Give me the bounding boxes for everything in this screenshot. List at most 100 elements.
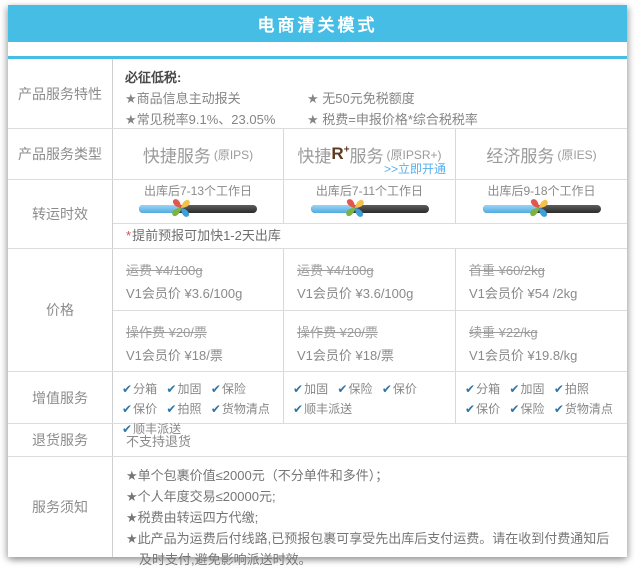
- vas-item: ✔顺丰派送: [293, 399, 352, 419]
- price-cell: 操作费 ¥20/票 V1会员价 ¥18/票: [113, 311, 283, 371]
- row-features: 产品服务特性 必征低税: ★商品信息主动报关 ★常见税率9.1%、23.05% …: [8, 59, 627, 129]
- vas-item: ✔加固: [166, 379, 201, 399]
- pinwheel-icon: [169, 196, 193, 220]
- service-type-ies: 经济服务 (原IES): [455, 129, 627, 179]
- note-item: ★个人年度交易≤20000元;: [126, 486, 613, 507]
- service-name: 服务: [350, 142, 384, 167]
- r-plus-badge: R+: [331, 144, 349, 164]
- slider-track: [139, 205, 257, 213]
- price-original: 续重 ¥22/kg: [469, 321, 627, 344]
- price-cell: 运费 ¥4/100g V1会员价 ¥3.6/100g: [283, 249, 455, 310]
- transit-cell-ips: 出库后7-13个工作日: [113, 180, 283, 223]
- service-name: 快捷: [297, 142, 331, 167]
- service-type-ipsr: 快捷 R+ 服务 (原IPSR+) >>立即开通: [283, 129, 455, 179]
- vas-item: ✔保险: [211, 379, 246, 399]
- note-item: ★此产品为运费后付线路,已预报包裹可享受先出库后支付运费。请在收到付费通知后及时…: [126, 528, 613, 570]
- vas-item: ✔分箱: [122, 379, 157, 399]
- check-icon: ✔: [382, 382, 392, 396]
- check-icon: ✔: [465, 382, 475, 396]
- transit-cell-ies: 出库后9-18个工作日: [455, 180, 627, 223]
- row-label-vas: 增值服务: [8, 372, 113, 423]
- check-icon: ✔: [293, 402, 303, 416]
- vas-cell-ies: ✔分箱 ✔加固 ✔拍照 ✔保价 ✔保险 ✔货物清点: [455, 372, 627, 423]
- row-transit-time: 转运时效 出库后7-13个工作日: [8, 180, 627, 249]
- transit-caption: 出库后7-13个工作日: [144, 184, 252, 198]
- feature-item: ★常见税率9.1%、23.05%: [125, 109, 307, 130]
- feature-item: ★ 无50元免税额度: [307, 88, 478, 109]
- check-icon: ✔: [337, 382, 347, 396]
- vas-item: ✔保价: [465, 399, 500, 419]
- service-alias: (原IPS): [214, 146, 253, 163]
- price-cell: 续重 ¥22/kg V1会员价 ¥19.8/kg: [455, 311, 627, 371]
- price-cell: 运费 ¥4/100g V1会员价 ¥3.6/100g: [113, 249, 283, 310]
- price-original: 操作费 ¥20/票: [297, 321, 455, 344]
- returns-content: 不支持退货: [113, 424, 627, 456]
- asterisk-icon: *: [126, 228, 131, 243]
- vas-item: ✔分箱: [465, 379, 500, 399]
- vas-cell-ipsr: ✔加固 ✔保险 ✔保价 ✔顺丰派送: [283, 372, 455, 423]
- check-icon: ✔: [166, 402, 176, 416]
- transit-note: *提前预报可加快1-2天出库: [113, 224, 627, 248]
- service-name: 快捷服务: [143, 142, 211, 167]
- row-label-features: 产品服务特性: [8, 59, 113, 128]
- check-icon: ✔: [166, 382, 176, 396]
- note-item: ★税费由转运四方代缴;: [126, 507, 613, 528]
- vas-item: ✔保险: [509, 399, 544, 419]
- feature-item: ★商品信息主动报关: [125, 88, 307, 109]
- features-left-column: ★商品信息主动报关 ★常见税率9.1%、23.05%: [125, 88, 307, 130]
- price-original: 首重 ¥60/2kg: [469, 259, 627, 282]
- check-icon: ✔: [122, 402, 132, 416]
- price-original: 运费 ¥4/100g: [297, 259, 455, 282]
- check-icon: ✔: [465, 402, 475, 416]
- transit-slider: [483, 205, 601, 213]
- service-alias: (原IES): [557, 146, 596, 163]
- transit-slider: [311, 205, 429, 213]
- transit-caption: 出库后7-11个工作日: [316, 184, 423, 198]
- price-vip: V1会员价 ¥18/票: [126, 344, 283, 367]
- card-header: 电商清关模式: [8, 5, 627, 42]
- features-heading: 必征低税:: [125, 68, 627, 88]
- price-vip: V1会员价 ¥18/票: [297, 344, 455, 367]
- price-vip: V1会员价 ¥3.6/100g: [297, 282, 455, 305]
- service-type-ips: 快捷服务 (原IPS): [113, 129, 283, 179]
- row-label-price: 价格: [8, 249, 113, 371]
- comparison-table: 产品服务特性 必征低税: ★商品信息主动报关 ★常见税率9.1%、23.05% …: [8, 56, 627, 557]
- check-icon: ✔: [509, 382, 519, 396]
- vas-item: ✔拍照: [554, 379, 589, 399]
- vas-item: ✔保价: [122, 399, 157, 419]
- check-icon: ✔: [211, 382, 221, 396]
- row-label-returns: 退货服务: [8, 424, 113, 456]
- check-icon: ✔: [211, 402, 221, 416]
- pinwheel-icon: [527, 196, 551, 220]
- row-returns: 退货服务 不支持退货: [8, 424, 627, 457]
- vas-item: ✔保险: [337, 379, 372, 399]
- vas-cell-ips: ✔分箱 ✔加固 ✔保险 ✔保价 ✔拍照 ✔货物清点 ✔顺丰派送: [113, 372, 283, 423]
- vas-item: ✔货物清点: [554, 399, 613, 419]
- check-icon: ✔: [554, 402, 564, 416]
- activate-now-link[interactable]: >>立即开通: [384, 160, 446, 177]
- notes-content: ★单个包裹价值≤2000元（不分单件和多件）； ★个人年度交易≤20000元; …: [113, 457, 627, 557]
- price-vip: V1会员价 ¥54 /2kg: [469, 282, 627, 305]
- feature-item: ★ 税费=申报价格*综合税税率: [307, 109, 478, 130]
- row-price: 价格 运费 ¥4/100g V1会员价 ¥3.6/100g 运费 ¥4/100g…: [8, 249, 627, 372]
- check-icon: ✔: [554, 382, 564, 396]
- price-vip: V1会员价 ¥19.8/kg: [469, 344, 627, 367]
- slider-track: [311, 205, 429, 213]
- note-item: ★单个包裹价值≤2000元（不分单件和多件）；: [126, 465, 613, 486]
- row-value-added-services: 增值服务 ✔分箱 ✔加固 ✔保险 ✔保价 ✔拍照 ✔货物清点 ✔顺丰派送 ✔加固…: [8, 372, 627, 424]
- features-content: 必征低税: ★商品信息主动报关 ★常见税率9.1%、23.05% ★ 无50元免…: [113, 59, 627, 128]
- service-name: 经济服务: [486, 142, 554, 167]
- check-icon: ✔: [122, 382, 132, 396]
- clearance-card: 电商清关模式 产品服务特性 必征低税: ★商品信息主动报关 ★常见税率9.1%、…: [8, 5, 627, 557]
- pinwheel-icon: [343, 196, 367, 220]
- vas-item: ✔加固: [293, 379, 328, 399]
- row-service-types: 产品服务类型 快捷服务 (原IPS) 快捷 R+ 服务 (原IPSR+) >>立…: [8, 129, 627, 180]
- vas-item: ✔加固: [509, 379, 544, 399]
- price-vip: V1会员价 ¥3.6/100g: [126, 282, 283, 305]
- price-cell: 首重 ¥60/2kg V1会员价 ¥54 /2kg: [455, 249, 627, 310]
- row-label-types: 产品服务类型: [8, 129, 113, 179]
- price-original: 运费 ¥4/100g: [126, 259, 283, 282]
- row-service-notes: 服务须知 ★单个包裹价值≤2000元（不分单件和多件）； ★个人年度交易≤200…: [8, 457, 627, 557]
- transit-cell-ipsr: 出库后7-11个工作日: [283, 180, 455, 223]
- page-title: 电商清关模式: [258, 11, 378, 36]
